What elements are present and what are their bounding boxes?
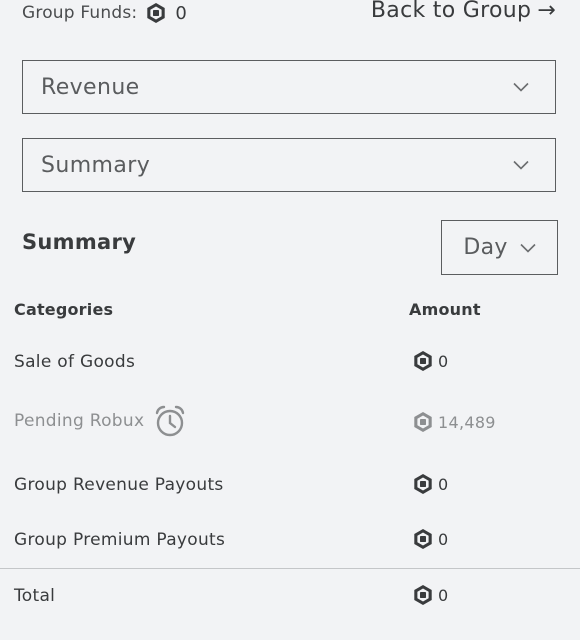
table-row-label: Group Revenue Payouts: [14, 475, 224, 495]
amount-value: 0: [438, 351, 449, 371]
amount-column-header: Amount: [409, 300, 481, 319]
table-row-amount-pending: 14,489: [412, 411, 496, 433]
group-funds: Group Funds: 0: [22, 2, 187, 24]
amount-value: 0: [438, 474, 449, 494]
robux-icon: [412, 584, 434, 606]
table-row-amount: 0: [412, 528, 448, 550]
table-row-amount: 0: [412, 350, 448, 372]
chevron-down-icon: [520, 243, 536, 253]
back-to-group-label: Back to Group: [370, 0, 532, 23]
view-type-selected: Summary: [41, 152, 151, 178]
table-row-label-pending: Pending Robux: [14, 404, 186, 438]
clock-icon: [154, 404, 186, 438]
total-divider: [0, 568, 580, 569]
section-title: Summary: [22, 230, 137, 254]
chevron-down-icon: [513, 82, 529, 92]
chevron-down-icon: [513, 160, 529, 170]
back-to-group-link[interactable]: Back to Group →: [371, 0, 556, 23]
robux-icon: [412, 473, 434, 495]
categories-column-header: Categories: [14, 300, 114, 319]
group-funds-label: Group Funds:: [22, 3, 138, 23]
robux-icon: [412, 528, 434, 550]
total-label: Total: [14, 586, 56, 606]
revenue-type-selected: Revenue: [41, 74, 140, 100]
pending-label: Pending Robux: [14, 411, 145, 431]
amount-value: 14,489: [438, 412, 496, 432]
amount-value: 0: [438, 529, 449, 549]
total-value: 0: [438, 585, 449, 605]
period-selected: Day: [463, 235, 508, 260]
robux-icon: [145, 2, 167, 24]
table-row-amount: 0: [412, 473, 448, 495]
robux-icon: [412, 350, 434, 372]
revenue-type-dropdown[interactable]: Revenue: [22, 60, 556, 114]
table-row-label: Sale of Goods: [14, 352, 136, 372]
arrow-right-icon: →: [537, 0, 556, 23]
group-funds-value: 0: [175, 2, 187, 24]
view-type-dropdown[interactable]: Summary: [22, 138, 556, 192]
total-amount: 0: [412, 584, 448, 606]
period-dropdown[interactable]: Day: [441, 220, 558, 275]
table-row-label: Group Premium Payouts: [14, 530, 226, 550]
robux-icon: [412, 411, 434, 433]
